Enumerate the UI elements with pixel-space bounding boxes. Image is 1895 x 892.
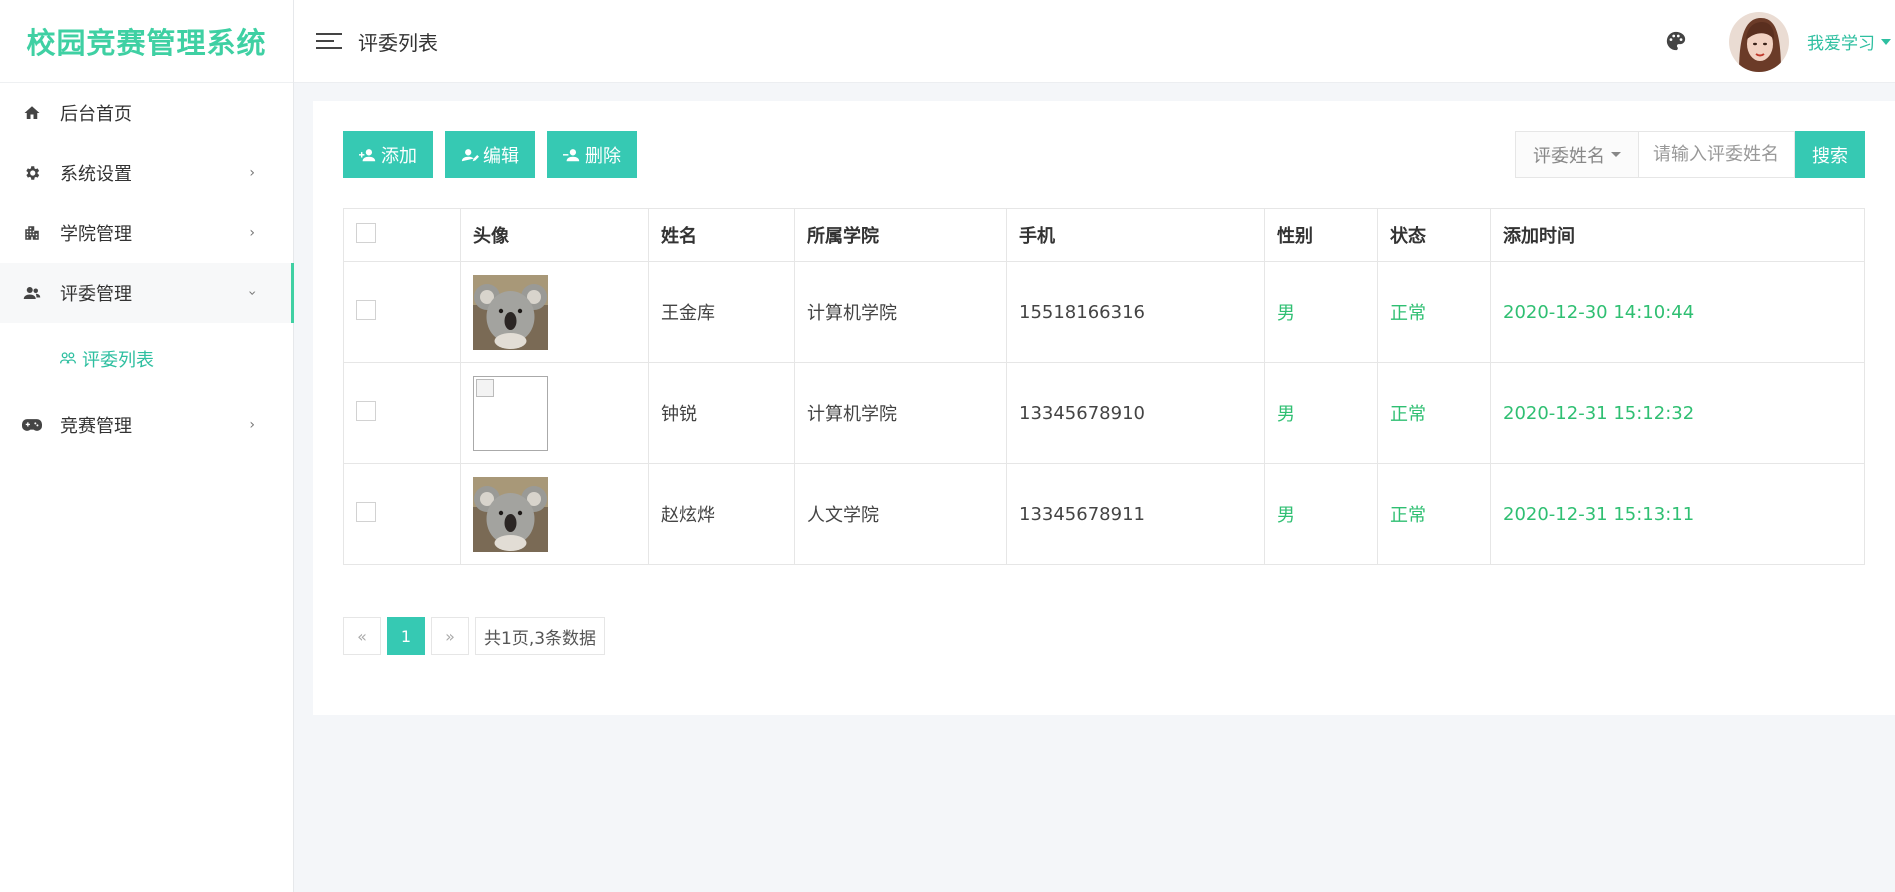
sidebar-item-label: 竞赛管理	[60, 416, 132, 437]
koala-avatar-image	[473, 274, 548, 350]
judge-name: 钟锐	[648, 362, 795, 464]
column-header: 性别	[1264, 208, 1378, 262]
status-badge: 正常	[1377, 362, 1491, 464]
menu-toggle-icon[interactable]	[316, 33, 342, 49]
sidebar-subitem-judge-list[interactable]: 评委列表	[0, 323, 293, 395]
home-icon	[22, 103, 42, 123]
caret-down-icon	[1611, 152, 1621, 157]
table-row[interactable]: 王金库 计算机学院 15518166316 男 正常 2020-12-30 14…	[343, 261, 1865, 363]
sidebar-subitem-label: 评委列表	[82, 350, 154, 371]
table-row[interactable]: 赵炫烨 人文学院 13345678911 男 正常 2020-12-31 15:…	[343, 463, 1865, 565]
table-row[interactable]: 钟锐 计算机学院 13345678910 男 正常 2020-12-31 15:…	[343, 362, 1865, 464]
toolbar: 添加 编辑 删除	[343, 131, 637, 178]
prev-page-button[interactable]: «	[343, 617, 381, 655]
search-field-select[interactable]: 评委姓名	[1515, 131, 1638, 178]
judge-table: 头像 姓名 所属学院 手机 性别 状态 添加时间 王金库 计算机学院 15518…	[343, 208, 1865, 565]
top-header: 评委列表 我爱学习	[294, 0, 1895, 83]
column-header: 所属学院	[794, 208, 1007, 262]
building-icon	[22, 223, 42, 243]
row-checkbox[interactable]	[356, 501, 376, 522]
caret-down-icon	[1881, 38, 1891, 45]
sidebar-menu: 后台首页 系统设置 › 学院管理 › 评委管理 › 评委列表 竞赛管理 ›	[0, 83, 294, 455]
status-badge: 正常	[1377, 261, 1491, 363]
judge-college: 人文学院	[794, 463, 1007, 565]
column-header: 手机	[1006, 208, 1265, 262]
sidebar-item-label: 后台首页	[60, 104, 132, 125]
palette-icon[interactable]	[1665, 30, 1689, 54]
page-title: 评委列表	[358, 30, 438, 55]
sidebar-item-system-settings[interactable]: 系统设置 ›	[0, 143, 293, 203]
content-panel: 添加 编辑 删除 评委姓名 搜索 头像	[313, 101, 1895, 715]
pagination: « 1 » 共1页,3条数据	[343, 617, 606, 655]
column-header: 添加时间	[1490, 208, 1865, 262]
judge-phone: 13345678910	[1006, 362, 1265, 464]
judge-phone: 15518166316	[1006, 261, 1265, 363]
sidebar-item-label: 系统设置	[60, 164, 132, 185]
user-edit-icon	[461, 148, 479, 161]
sidebar: 校园竞赛管理系统 后台首页 系统设置 › 学院管理 › 评委管理 › 评委列表 …	[0, 0, 294, 892]
judge-name: 王金库	[648, 261, 795, 363]
user-name: 我爱学习	[1807, 34, 1875, 54]
select-all-cell	[343, 208, 461, 262]
judge-gender: 男	[1264, 362, 1378, 464]
user-menu[interactable]: 我爱学习	[1807, 29, 1895, 54]
sidebar-item-competition-management[interactable]: 竞赛管理 ›	[0, 395, 293, 455]
judge-college: 计算机学院	[794, 362, 1007, 464]
row-checkbox[interactable]	[356, 299, 376, 320]
search-input[interactable]	[1638, 131, 1795, 178]
page-button-current[interactable]: 1	[387, 617, 425, 655]
group-icon	[60, 351, 76, 367]
sidebar-item-label: 评委管理	[60, 284, 132, 305]
chevron-right-icon: ›	[249, 417, 255, 433]
status-badge: 正常	[1377, 463, 1491, 565]
added-time: 2020-12-30 14:10:44	[1490, 261, 1865, 363]
users-icon	[22, 283, 42, 303]
chevron-right-icon: ›	[249, 165, 255, 181]
avatar[interactable]	[1729, 11, 1789, 72]
broken-image-icon	[473, 375, 548, 451]
judge-phone: 13345678911	[1006, 463, 1265, 565]
added-time: 2020-12-31 15:12:32	[1490, 362, 1865, 464]
search-bar: 评委姓名 搜索	[1515, 131, 1865, 178]
column-header: 头像	[460, 208, 649, 262]
add-button[interactable]: 添加	[343, 131, 433, 178]
row-checkbox[interactable]	[356, 400, 376, 421]
judge-name: 赵炫烨	[648, 463, 795, 565]
judge-gender: 男	[1264, 463, 1378, 565]
chevron-down-icon: ›	[244, 290, 261, 296]
brand-logo: 校园竞赛管理系统	[0, 0, 293, 83]
next-page-button[interactable]: »	[431, 617, 469, 655]
pagination-info: 共1页,3条数据	[475, 617, 606, 655]
sidebar-item-label: 学院管理	[60, 224, 132, 245]
judge-gender: 男	[1264, 261, 1378, 363]
gear-icon	[22, 163, 42, 183]
gamepad-icon	[22, 415, 42, 435]
sidebar-item-college-management[interactable]: 学院管理 ›	[0, 203, 293, 263]
table-header-row: 头像 姓名 所属学院 手机 性别 状态 添加时间	[343, 208, 1865, 262]
sidebar-item-judge-management[interactable]: 评委管理 ›	[0, 263, 294, 323]
user-minus-icon	[563, 148, 580, 161]
edit-button[interactable]: 编辑	[445, 131, 535, 178]
column-header: 姓名	[648, 208, 795, 262]
chevron-right-icon: ›	[249, 225, 255, 241]
search-button[interactable]: 搜索	[1795, 131, 1865, 178]
user-plus-icon	[359, 148, 376, 161]
koala-avatar-image	[473, 476, 548, 552]
column-header: 状态	[1377, 208, 1491, 262]
delete-button[interactable]: 删除	[547, 131, 637, 178]
sidebar-item-home[interactable]: 后台首页	[0, 83, 293, 143]
added-time: 2020-12-31 15:13:11	[1490, 463, 1865, 565]
select-all-checkbox[interactable]	[356, 222, 376, 243]
header-right: 我爱学习	[1665, 0, 1895, 83]
judge-college: 计算机学院	[794, 261, 1007, 363]
